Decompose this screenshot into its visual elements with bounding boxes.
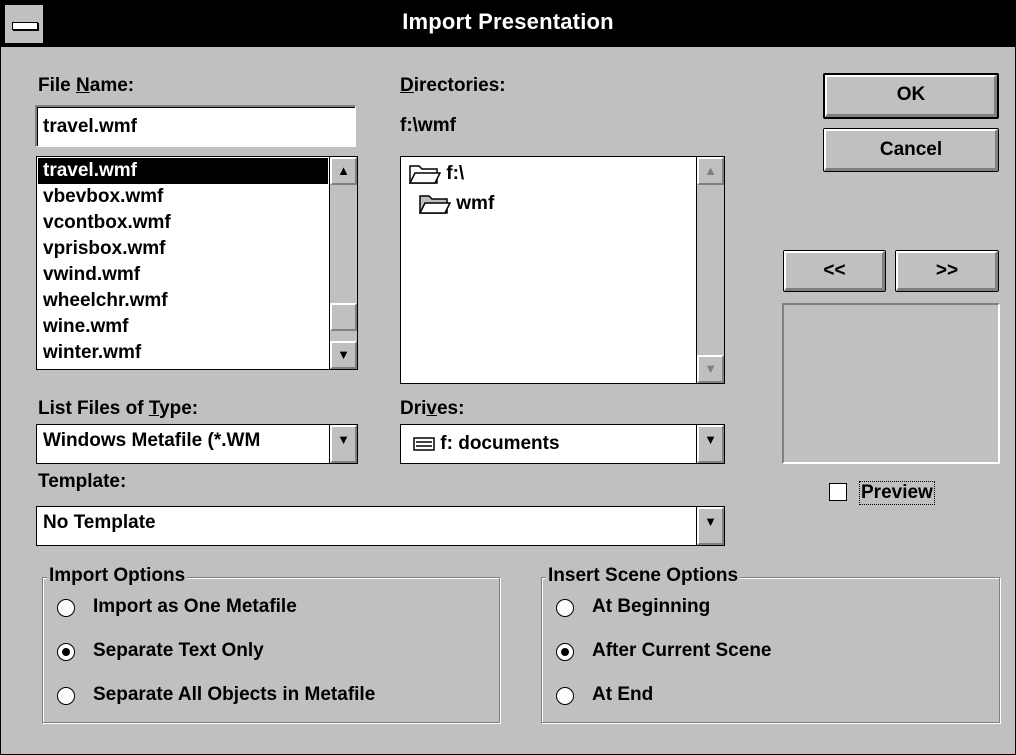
- current-path: f:\wmf: [400, 115, 456, 136]
- drives-label: Drives:: [400, 398, 465, 419]
- title-bar: Import Presentation: [1, 1, 1015, 47]
- file-type-select[interactable]: Windows Metafile (*.WM ▼: [36, 424, 358, 464]
- radio-label: At End: [592, 684, 654, 705]
- directories-label: Directories:: [400, 75, 506, 96]
- dropdown-arrow-icon: ▼: [697, 507, 724, 545]
- file-name-value: travel.wmf: [43, 116, 137, 137]
- radio-button[interactable]: [57, 599, 75, 617]
- preview-checkbox[interactable]: [829, 483, 847, 501]
- open-folder-icon: [418, 195, 452, 214]
- file-list-item[interactable]: vwind.wmf: [38, 262, 328, 288]
- file-list-scrollbar[interactable]: ▲ ▼: [329, 157, 357, 369]
- file-list-item[interactable]: travel.wmf: [38, 158, 328, 184]
- file-type-value: Windows Metafile (*.WM: [43, 430, 261, 451]
- file-list[interactable]: travel.wmf vbevbox.wmf vcontbox.wmf vprisbo…: [36, 156, 358, 370]
- previous-button[interactable]: <<: [783, 250, 886, 292]
- radio-button[interactable]: [556, 687, 574, 705]
- radio-label: Import as One Metafile: [93, 596, 297, 617]
- directory-list[interactable]: f:\ wmf ▲ ▼: [400, 156, 725, 384]
- cancel-button[interactable]: Cancel: [823, 128, 999, 172]
- scroll-up-icon[interactable]: ▲: [330, 157, 357, 185]
- scroll-down-icon[interactable]: ▼: [330, 341, 357, 369]
- insert-scene-options-group: Insert Scene Options At Beginning After C…: [541, 565, 1000, 723]
- dropdown-arrow-icon: ▼: [330, 425, 357, 463]
- radio-label: Separate All Objects in Metafile: [93, 684, 376, 705]
- template-select[interactable]: No Template ▼: [36, 506, 725, 546]
- radio-label: At Beginning: [592, 596, 711, 617]
- scroll-thumb[interactable]: [330, 303, 357, 331]
- file-list-item[interactable]: wine.wmf: [38, 314, 328, 340]
- radio-button[interactable]: [57, 643, 75, 661]
- file-list-item[interactable]: vbevbox.wmf: [38, 184, 328, 210]
- file-list-item[interactable]: wheelchr.wmf: [38, 288, 328, 314]
- directory-item-root[interactable]: f:\: [408, 163, 464, 185]
- file-name-field[interactable]: travel.wmf: [35, 105, 356, 147]
- dropdown-arrow-icon: ▼: [697, 425, 724, 463]
- dialog-title: Import Presentation: [402, 9, 614, 34]
- file-list-item[interactable]: vprisbox.wmf: [38, 236, 328, 262]
- file-list-item[interactable]: winter.wmf: [38, 340, 328, 366]
- list-files-type-label: List Files of Type:: [38, 398, 199, 419]
- template-value: No Template: [43, 512, 156, 533]
- radio-label: Separate Text Only: [93, 640, 264, 661]
- radio-label: After Current Scene: [592, 640, 772, 661]
- radio-button[interactable]: [57, 687, 75, 705]
- next-button[interactable]: >>: [895, 250, 999, 292]
- import-options-title: Import Options: [47, 565, 188, 587]
- drive-icon: [413, 437, 435, 451]
- file-list-item[interactable]: vcontbox.wmf: [38, 210, 328, 236]
- preview-area: [782, 303, 1000, 464]
- import-presentation-dialog: Import Presentation File Name: travel.wm…: [0, 0, 1016, 755]
- radio-button[interactable]: [556, 599, 574, 617]
- insert-scene-options-title: Insert Scene Options: [546, 565, 741, 587]
- drive-value: f: documents: [440, 433, 560, 454]
- directory-list-scrollbar: ▲ ▼: [696, 157, 724, 383]
- dropdown-button[interactable]: ▼: [696, 507, 724, 545]
- drives-select[interactable]: f: documents ▼: [400, 424, 725, 464]
- template-label: Template:: [38, 471, 127, 492]
- file-name-label: File Name:: [38, 75, 135, 96]
- open-folder-icon: [408, 165, 442, 184]
- directory-item-wmf[interactable]: wmf: [418, 193, 494, 215]
- scroll-up-icon: ▲: [697, 157, 724, 185]
- scroll-down-icon: ▼: [697, 355, 724, 383]
- dropdown-button[interactable]: ▼: [329, 425, 357, 463]
- ok-button[interactable]: OK: [823, 73, 999, 119]
- radio-button[interactable]: [556, 643, 574, 661]
- dropdown-button[interactable]: ▼: [696, 425, 724, 463]
- import-options-group: Import Options Import as One Metafile Sep…: [42, 565, 500, 723]
- preview-label[interactable]: Preview: [859, 481, 935, 505]
